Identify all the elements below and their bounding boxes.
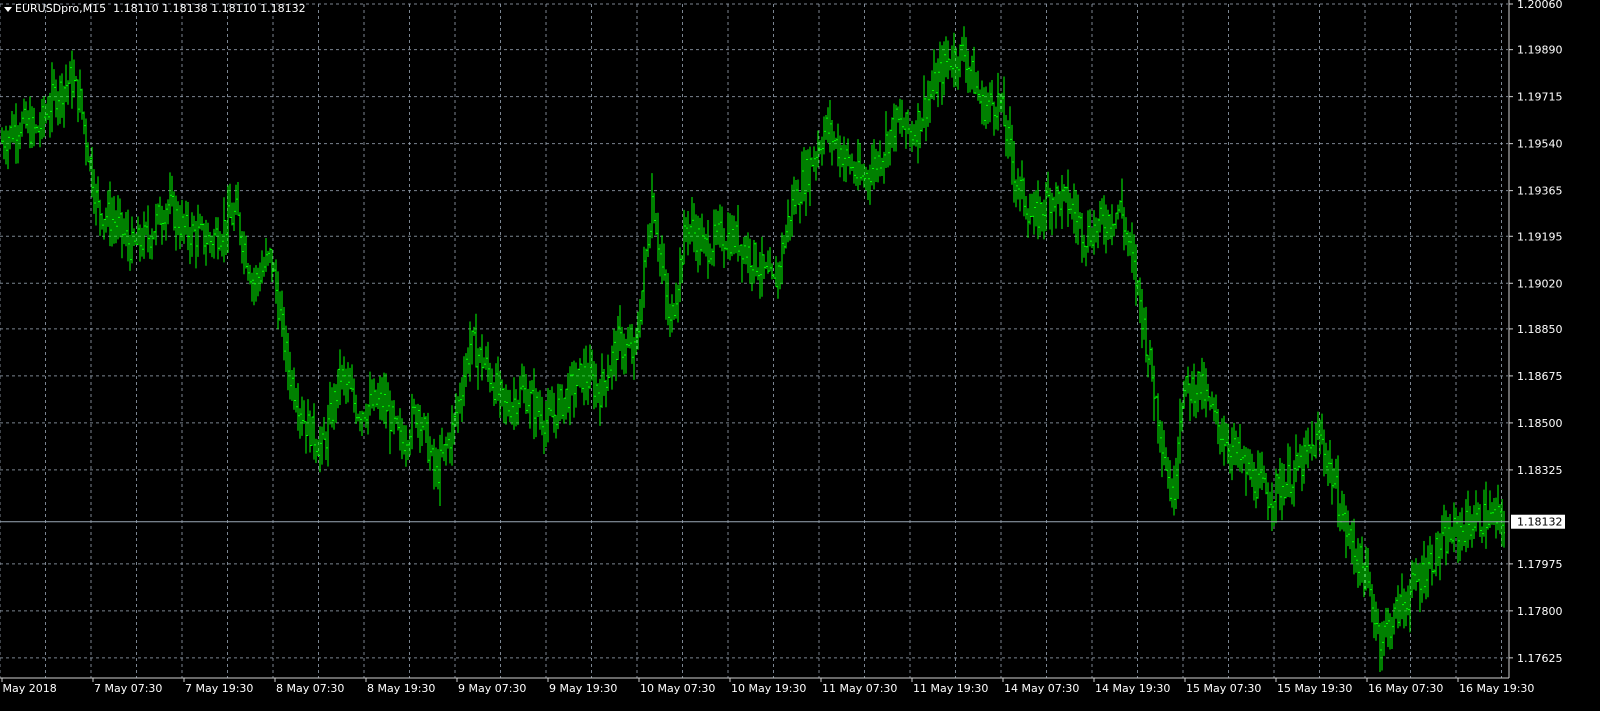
y-tick-label: 1.17625 [1517,652,1563,665]
x-tick-label: 10 May 19:30 [731,682,806,695]
x-tick-label: 7 May 07:30 [94,682,162,695]
x-tick-label: 16 May 19:30 [1459,682,1534,695]
x-tick-label: 7 May 19:30 [185,682,253,695]
y-tick-label: 1.19890 [1517,44,1563,57]
y-tick-label: 1.18675 [1517,370,1563,383]
y-tick-label: 1.18325 [1517,464,1563,477]
y-tick-label: 1.19020 [1517,277,1563,290]
y-tick-label: 1.17800 [1517,605,1563,618]
y-tick-label: 1.17975 [1517,558,1563,571]
close-value: 1.18132 [260,2,306,15]
y-tick-label: 1.19365 [1517,185,1563,198]
x-tick-label: 8 May 07:30 [276,682,344,695]
x-tick-label: 11 May 19:30 [913,682,988,695]
low-value: 1.18110 [211,2,257,15]
x-tick-label: 4 May 2018 [0,682,57,695]
y-tick-label: 1.19715 [1517,91,1563,104]
y-tick-label: 1.20060 [1517,0,1563,11]
x-tick-label: 14 May 19:30 [1095,682,1170,695]
x-tick-label: 15 May 07:30 [1186,682,1261,695]
y-tick-label: 1.19540 [1517,138,1563,151]
chart-header: EURUSDpro,M15 1.18110 1.18138 1.18110 1.… [4,1,306,17]
open-value: 1.18110 [113,2,159,15]
current-price-label: 1.18132 [1517,516,1563,529]
chart-background [0,0,1600,711]
y-tick-label: 1.18500 [1517,417,1563,430]
symbol-label: EURUSDpro,M15 [15,2,107,15]
price-chart[interactable]: 1.20060 1.19890 1.19715 1.19540 1.19365 1.191… [0,0,1600,711]
x-tick-label: 15 May 19:30 [1277,682,1352,695]
y-tick-label: 1.18850 [1517,323,1563,336]
x-tick-label: 9 May 07:30 [458,682,526,695]
chart-menu-triangle-icon[interactable] [4,6,12,12]
x-tick-label: 8 May 19:30 [367,682,435,695]
x-tick-label: 9 May 19:30 [549,682,617,695]
high-value: 1.18138 [162,2,208,15]
x-tick-label: 11 May 07:30 [822,682,897,695]
y-tick-label: 1.19195 [1517,230,1563,243]
x-tick-label: 10 May 07:30 [640,682,715,695]
x-tick-label: 16 May 07:30 [1368,682,1443,695]
x-tick-label: 14 May 07:30 [1004,682,1079,695]
